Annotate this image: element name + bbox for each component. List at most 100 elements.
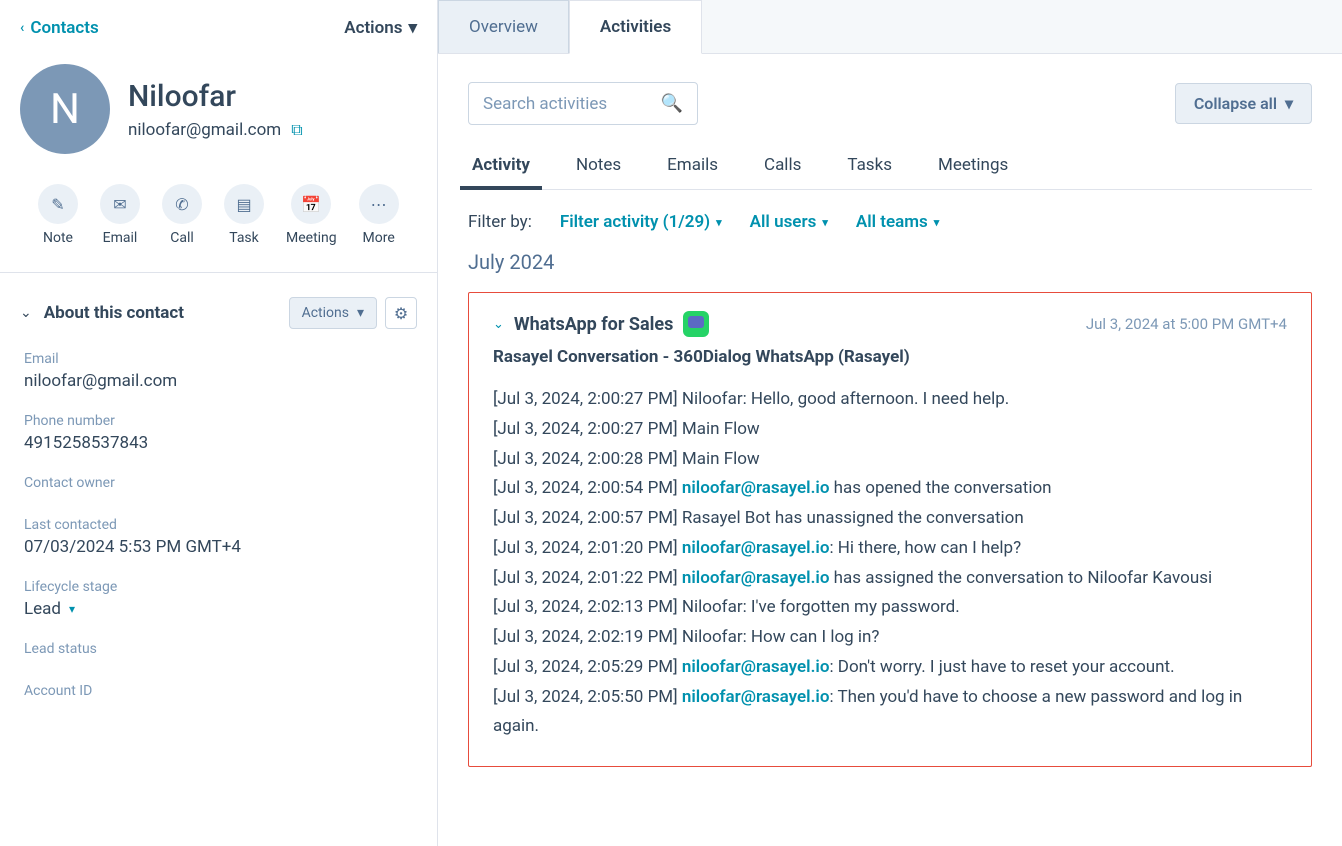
- caret-down-icon: ▾: [934, 216, 940, 229]
- contact-email: niloofar@gmail.com: [128, 120, 281, 140]
- phone-field-label: Phone number: [24, 413, 413, 429]
- task-icon: ▤: [236, 195, 251, 214]
- actions-dropdown[interactable]: Actions ▾: [344, 18, 417, 38]
- message-line: [Jul 3, 2024, 2:00:27 PM] Main Flow: [493, 415, 1287, 445]
- chevron-left-icon: ‹: [20, 20, 24, 36]
- user-link[interactable]: niloofar@rasayel.io: [682, 687, 830, 707]
- message-line: [Jul 3, 2024, 2:00:57 PM] Rasayel Bot ha…: [493, 504, 1287, 534]
- lifecycle-select[interactable]: Lead ▾: [24, 599, 413, 619]
- meeting-icon: 📅: [301, 195, 321, 214]
- card-subtitle: Rasayel Conversation - 360Dialog WhatsAp…: [493, 347, 1287, 367]
- copy-icon[interactable]: ⧉: [291, 120, 302, 140]
- whatsapp-icon: [683, 311, 709, 337]
- filter-teams-label: All teams: [856, 212, 928, 232]
- filter-by-label: Filter by:: [468, 212, 532, 232]
- subtab-calls[interactable]: Calls: [760, 145, 805, 189]
- user-link[interactable]: niloofar@rasayel.io: [682, 478, 830, 498]
- note-icon: ✎: [51, 195, 64, 214]
- user-link[interactable]: niloofar@rasayel.io: [682, 568, 830, 588]
- email-button[interactable]: ✉ Email: [100, 184, 140, 246]
- call-label: Call: [170, 230, 194, 246]
- actions-label: Actions: [344, 18, 402, 38]
- avatar: N: [20, 64, 110, 154]
- filter-activity-label: Filter activity (1/29): [560, 212, 710, 232]
- more-button[interactable]: ⋯ More: [359, 184, 399, 246]
- tab-overview[interactable]: Overview: [438, 0, 569, 53]
- month-header: July 2024: [468, 250, 1312, 274]
- about-actions-button[interactable]: Actions ▾: [289, 297, 377, 329]
- search-icon[interactable]: 🔍: [661, 93, 683, 114]
- message-line: [Jul 3, 2024, 2:00:28 PM] Main Flow: [493, 445, 1287, 475]
- card-title: WhatsApp for Sales: [514, 314, 673, 335]
- email-label: Email: [103, 230, 138, 246]
- filter-users-dropdown[interactable]: All users ▾: [750, 212, 828, 232]
- back-contacts-link[interactable]: ‹ Contacts: [20, 18, 99, 38]
- search-activities-box[interactable]: 🔍: [468, 82, 698, 125]
- subtab-activity[interactable]: Activity: [468, 145, 534, 189]
- main: Overview Activities 🔍 Collapse all ▾ Act…: [438, 0, 1342, 846]
- caret-down-icon: ▾: [357, 305, 364, 321]
- contact-name: Niloofar: [128, 79, 303, 114]
- card-body: [Jul 3, 2024, 2:00:27 PM] Niloofar: Hell…: [493, 385, 1287, 742]
- note-label: Note: [43, 230, 73, 246]
- message-line: [Jul 3, 2024, 2:00:54 PM] niloofar@rasay…: [493, 474, 1287, 504]
- message-line: [Jul 3, 2024, 2:02:13 PM] Niloofar: I've…: [493, 593, 1287, 623]
- email-icon: ✉: [113, 195, 126, 214]
- message-line: [Jul 3, 2024, 2:01:20 PM] niloofar@rasay…: [493, 534, 1287, 564]
- note-button[interactable]: ✎ Note: [38, 184, 78, 246]
- settings-button[interactable]: ⚙: [385, 297, 417, 329]
- meeting-button[interactable]: 📅 Meeting: [286, 184, 337, 246]
- caret-down-icon: ▾: [822, 216, 828, 229]
- subtab-notes[interactable]: Notes: [572, 145, 625, 189]
- subtab-meetings[interactable]: Meetings: [934, 145, 1012, 189]
- filter-users-label: All users: [750, 212, 817, 232]
- gear-icon: ⚙: [394, 304, 408, 323]
- about-toggle[interactable]: ⌄ About this contact: [20, 303, 184, 323]
- message-line: [Jul 3, 2024, 2:02:19 PM] Niloofar: How …: [493, 623, 1287, 653]
- call-icon: ✆: [175, 195, 188, 214]
- task-button[interactable]: ▤ Task: [224, 184, 264, 246]
- lead-status-label: Lead status: [24, 641, 413, 657]
- activity-card: ⌄ WhatsApp for Sales Jul 3, 2024 at 5:00…: [468, 292, 1312, 767]
- action-buttons: ✎ Note ✉ Email ✆ Call ▤ Task 📅 Meeting ⋯…: [0, 162, 437, 268]
- owner-field-label: Contact owner: [24, 475, 413, 491]
- collapse-label: Collapse all: [1194, 94, 1277, 113]
- task-label: Task: [229, 230, 259, 246]
- lifecycle-label: Lifecycle stage: [24, 579, 413, 595]
- subtab-tasks[interactable]: Tasks: [843, 145, 896, 189]
- user-link[interactable]: niloofar@rasayel.io: [682, 657, 830, 677]
- caret-down-icon: ▾: [1285, 94, 1293, 113]
- message-line: [Jul 3, 2024, 2:05:50 PM] niloofar@rasay…: [493, 683, 1287, 743]
- subtab-emails[interactable]: Emails: [663, 145, 722, 189]
- collapse-all-button[interactable]: Collapse all ▾: [1175, 83, 1312, 124]
- back-label: Contacts: [30, 18, 98, 38]
- about-title: About this contact: [44, 303, 184, 323]
- call-button[interactable]: ✆ Call: [162, 184, 202, 246]
- caret-down-icon: ▾: [716, 216, 722, 229]
- last-contacted-value: 07/03/2024 5:53 PM GMT+4: [24, 537, 413, 557]
- user-link[interactable]: niloofar@rasayel.io: [682, 538, 830, 558]
- caret-down-icon: ▾: [69, 602, 75, 616]
- chevron-down-icon: ⌄: [20, 305, 32, 321]
- more-label: More: [363, 230, 395, 246]
- search-input[interactable]: [483, 94, 651, 114]
- meeting-label: Meeting: [286, 230, 337, 246]
- message-line: [Jul 3, 2024, 2:00:27 PM] Niloofar: Hell…: [493, 385, 1287, 415]
- email-field-label: Email: [24, 351, 413, 367]
- sidebar: ‹ Contacts Actions ▾ N Niloofar niloofar…: [0, 0, 438, 846]
- filter-teams-dropdown[interactable]: All teams ▾: [856, 212, 939, 232]
- lifecycle-value: Lead: [24, 599, 61, 619]
- more-icon: ⋯: [371, 195, 387, 214]
- about-actions-label: Actions: [302, 305, 349, 321]
- phone-field-value[interactable]: 4915258537843: [24, 433, 413, 453]
- filter-activity-dropdown[interactable]: Filter activity (1/29) ▾: [560, 212, 722, 232]
- chevron-down-icon[interactable]: ⌄: [493, 317, 504, 332]
- message-line: [Jul 3, 2024, 2:01:22 PM] niloofar@rasay…: [493, 564, 1287, 594]
- account-id-label: Account ID: [24, 683, 413, 699]
- tab-activities[interactable]: Activities: [569, 0, 702, 54]
- email-field-value[interactable]: niloofar@gmail.com: [24, 371, 413, 391]
- last-contacted-label: Last contacted: [24, 517, 413, 533]
- message-line: [Jul 3, 2024, 2:05:29 PM] niloofar@rasay…: [493, 653, 1287, 683]
- caret-down-icon: ▾: [408, 18, 417, 38]
- card-date: Jul 3, 2024 at 5:00 PM GMT+4: [1086, 315, 1287, 333]
